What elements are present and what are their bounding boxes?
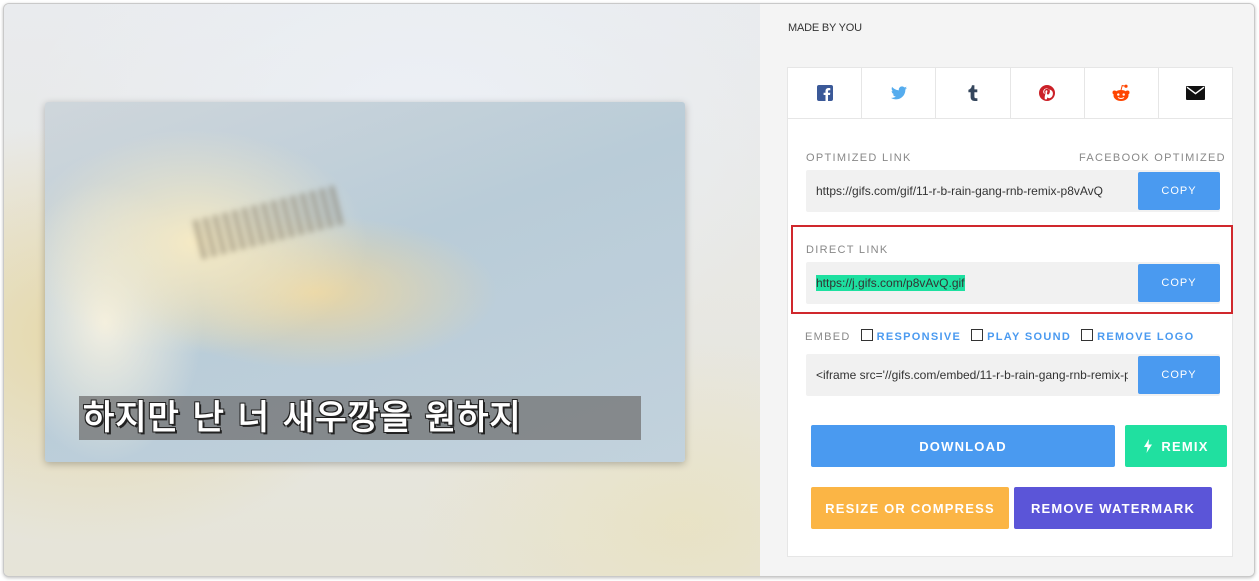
email-share-button[interactable]: [1159, 68, 1232, 118]
gif-blurred-packaging: [192, 184, 348, 260]
app-window: 하지만 난 너 새우깡을 원하지 MADE BY YOU OPTIMIZED L…: [3, 3, 1255, 577]
lightning-icon: [1144, 439, 1153, 453]
made-by-label: MADE BY YOU: [788, 22, 862, 34]
gif-preview[interactable]: 하지만 난 너 새우깡을 원하지: [45, 102, 685, 462]
remix-label: REMIX: [1161, 438, 1209, 454]
optimized-link-input[interactable]: [806, 170, 1138, 212]
responsive-label: RESPONSIVE: [876, 331, 962, 343]
embed-options-row: EMBED RESPONSIVE PLAY SOUND REMOVE LOGO: [805, 329, 1205, 343]
optimized-link-label: OPTIMIZED LINK: [806, 152, 912, 164]
pinterest-share-icon: [1039, 85, 1056, 101]
play-sound-checkbox[interactable]: [971, 329, 984, 341]
embed-label: EMBED: [805, 331, 851, 343]
share-icons-row: [788, 68, 1232, 119]
reddit-share-icon: [1112, 84, 1130, 101]
tumblr-share-button[interactable]: [936, 68, 1011, 118]
responsive-option[interactable]: RESPONSIVE: [860, 329, 962, 343]
remove-logo-checkbox[interactable]: [1081, 329, 1094, 341]
pinterest-share-button[interactable]: [1011, 68, 1085, 118]
play-sound-label: PLAY SOUND: [987, 331, 1072, 343]
reddit-share-button[interactable]: [1085, 68, 1159, 118]
remix-button[interactable]: REMIX: [1125, 425, 1227, 467]
gif-subtitle: 하지만 난 너 새우깡을 원하지: [83, 398, 522, 438]
play-sound-option[interactable]: PLAY SOUND: [971, 329, 1072, 343]
tumblr-share-icon: [968, 85, 978, 101]
remove-logo-label: REMOVE LOGO: [1097, 331, 1195, 343]
embed-code-input[interactable]: [806, 354, 1138, 396]
twitter-share-button[interactable]: [862, 68, 937, 118]
remove-logo-option[interactable]: REMOVE LOGO: [1081, 329, 1195, 343]
optimized-link-box: COPY: [806, 170, 1220, 212]
facebook-share-button[interactable]: [788, 68, 863, 118]
share-panel: MADE BY YOU OPTIMIZED LINK FACEBOOK OPTI…: [760, 4, 1254, 576]
facebook-optimized-label: FACEBOOK OPTIMIZED: [1079, 152, 1226, 164]
download-button[interactable]: DOWNLOAD: [811, 425, 1115, 467]
preview-area: 하지만 난 너 새우깡을 원하지: [4, 4, 760, 576]
email-share-icon: [1185, 86, 1205, 100]
copy-optimized-button[interactable]: COPY: [1138, 172, 1220, 210]
twitter-share-icon: [890, 86, 907, 100]
direct-link-highlight: [791, 225, 1233, 314]
copy-embed-button[interactable]: COPY: [1138, 356, 1220, 394]
facebook-share-icon: [816, 85, 833, 101]
remove-watermark-button[interactable]: REMOVE WATERMARK: [1014, 487, 1212, 529]
embed-code-box: COPY: [806, 354, 1220, 396]
responsive-checkbox[interactable]: [860, 329, 873, 341]
resize-compress-button[interactable]: RESIZE OR COMPRESS: [811, 487, 1009, 529]
